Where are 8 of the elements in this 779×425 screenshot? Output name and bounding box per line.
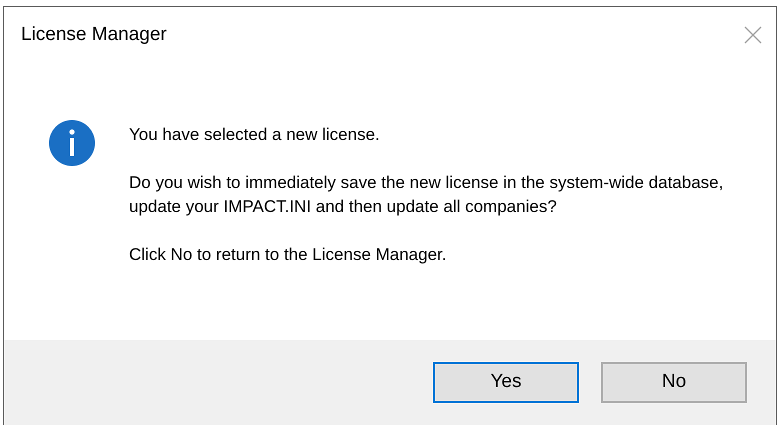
close-icon[interactable] — [744, 26, 762, 44]
dialog-button[interactable]: Yes — [433, 362, 579, 403]
message-text: Do you wish to immediately save the new license in the system-wide database, update your IMPACT.INI and then update all companies? — [129, 172, 724, 218]
information-icon — [48, 119, 96, 167]
message-text: You have selected a new license. — [129, 124, 381, 146]
dialog-button[interactable]: No — [601, 362, 747, 403]
message-text: Click No to return to the License Manager. — [129, 244, 448, 266]
window-title: License Manager — [21, 22, 167, 47]
